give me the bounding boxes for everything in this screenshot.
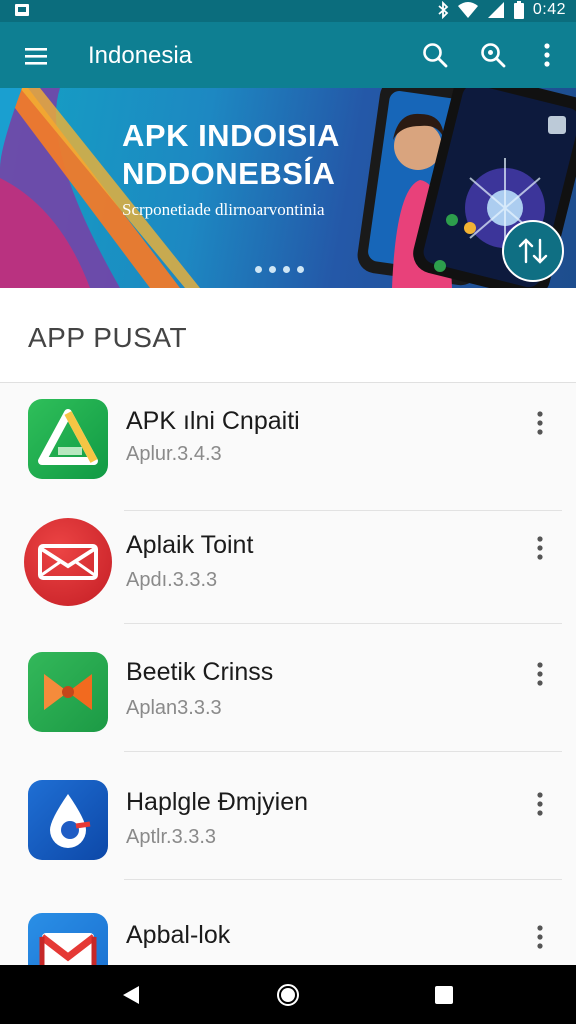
- app-bar: Indonesia: [0, 22, 576, 88]
- divider: [124, 879, 562, 880]
- more-vert-icon[interactable]: [530, 534, 550, 562]
- bowtie-icon: [28, 652, 108, 732]
- page-dot: [297, 266, 304, 273]
- section-title: APP PUSAT: [28, 322, 188, 353]
- banner-subtitle: Scrponetiade dlirnoarvontinia: [122, 200, 325, 219]
- sim-icon: [15, 4, 29, 16]
- share-button[interactable]: [502, 220, 564, 282]
- banner-page-indicator[interactable]: [255, 266, 304, 273]
- water-drop-icon: [28, 780, 108, 860]
- app-name: Aplaik Toint: [126, 531, 254, 559]
- more-vert-icon[interactable]: [530, 790, 550, 818]
- list-item[interactable]: Apbal-lok: [0, 885, 576, 965]
- menu-icon[interactable]: [22, 42, 50, 70]
- envelope-mail-icon: [24, 518, 112, 606]
- page-dot: [255, 266, 262, 273]
- banner-title-line2: NDDONEBSÍA: [122, 156, 336, 191]
- more-vert-icon[interactable]: [530, 409, 550, 437]
- navigation-bar: [0, 965, 576, 1024]
- list-item[interactable]: Beetik Crinss Aplan3.3.3: [0, 624, 576, 752]
- app-list[interactable]: APK ılni Cnpaiti Aplur.3.4.3 Aplaik Toin…: [0, 383, 576, 965]
- list-item[interactable]: Haplgle Đmjyien Aptlr.3.3.3: [0, 752, 576, 880]
- status-bar: 0:42: [0, 0, 576, 22]
- wifi-icon: [457, 2, 478, 18]
- home-icon[interactable]: [273, 980, 303, 1010]
- recents-icon[interactable]: [429, 980, 459, 1010]
- list-item[interactable]: Aplaik Toint Apdı.3.3.3: [0, 496, 576, 624]
- app-version: Apdı.3.3.3: [126, 569, 218, 591]
- app-name: Apbal-lok: [126, 921, 231, 949]
- more-vert-icon[interactable]: [530, 923, 550, 951]
- signal-icon: [487, 2, 504, 18]
- app-title: Indonesia: [88, 42, 193, 69]
- share-arrows-icon: [518, 238, 548, 264]
- app-version: Aplan3.3.3: [126, 697, 222, 719]
- app-name: Beetik Crinss: [126, 658, 274, 686]
- app-name: APK ılni Cnpaiti: [126, 407, 300, 435]
- page-dot: [269, 266, 276, 273]
- gmail-icon: [28, 913, 108, 965]
- more-vert-icon[interactable]: [532, 40, 562, 70]
- section-header: APP PUSAT: [0, 288, 576, 383]
- app-name: Haplgle Đmjyien: [126, 788, 309, 816]
- app-version: Aptlr.3.3.3: [126, 826, 217, 848]
- bluetooth-icon: [438, 1, 449, 19]
- battery-icon: [513, 1, 524, 19]
- promo-banner[interactable]: APK INDOISIA NDDONEBSÍA Scrponetiade dli…: [0, 88, 576, 288]
- search-zoom-icon[interactable]: [478, 40, 508, 70]
- back-icon[interactable]: [117, 980, 147, 1010]
- app-version: Aplur.3.4.3: [126, 443, 222, 465]
- banner-title-line1: APK INDOISIA: [122, 118, 340, 153]
- more-vert-icon[interactable]: [530, 660, 550, 688]
- triangle-drive-icon: [28, 399, 108, 479]
- page-dot: [283, 266, 290, 273]
- list-item[interactable]: APK ılni Cnpaiti Aplur.3.4.3: [0, 383, 576, 511]
- search-icon[interactable]: [420, 40, 450, 70]
- status-time: 0:42: [532, 1, 566, 18]
